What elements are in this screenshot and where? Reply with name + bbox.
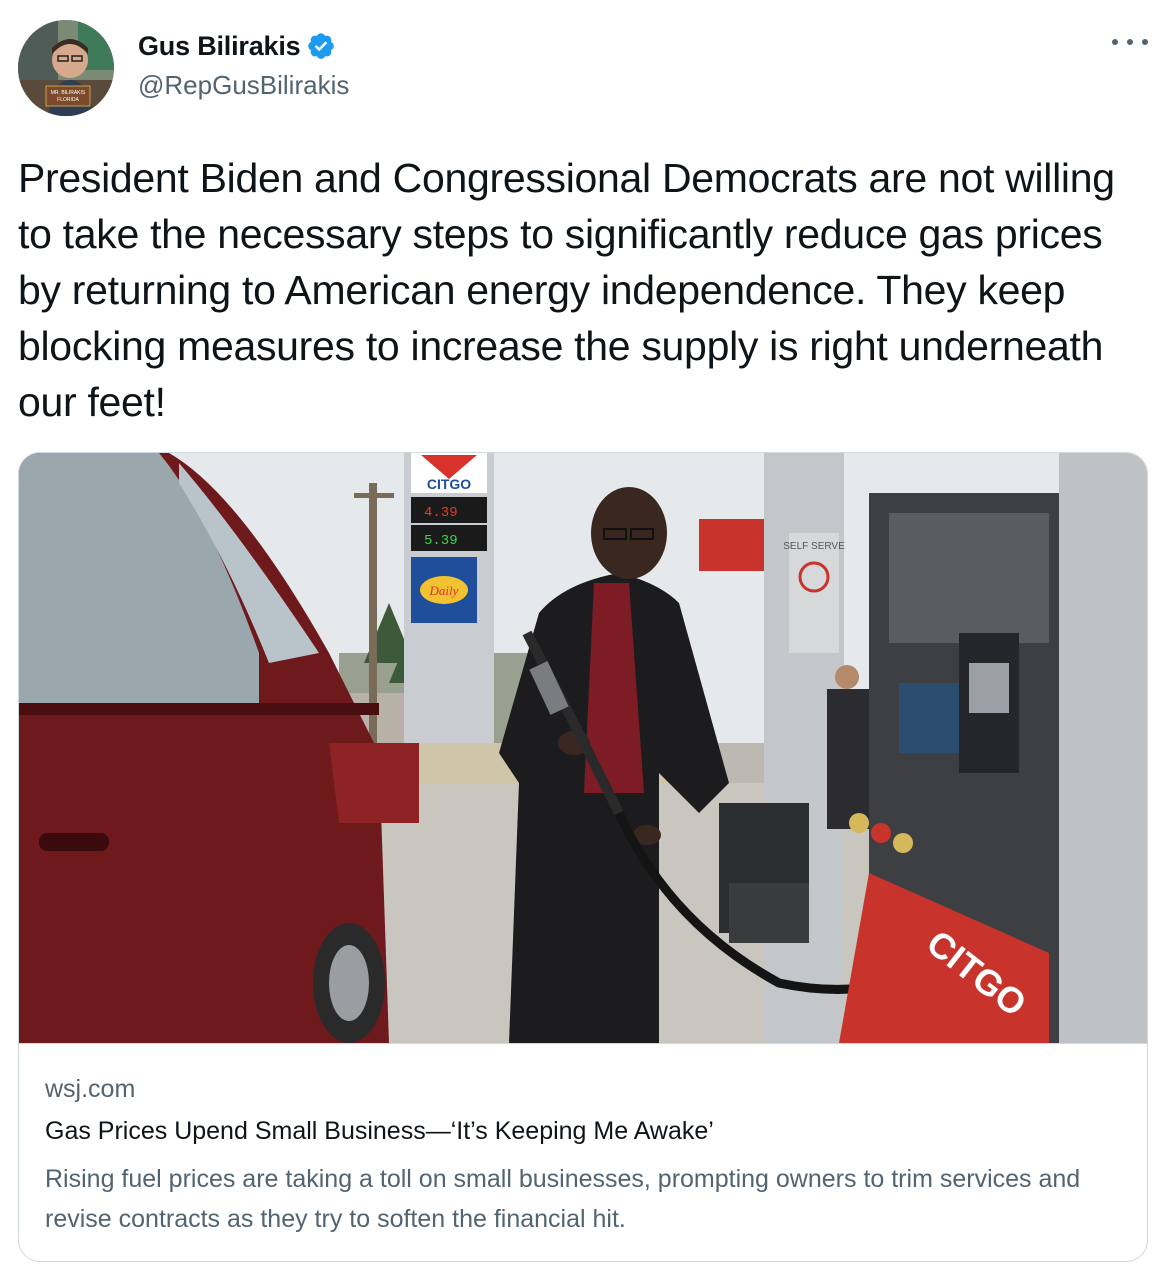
sign-daily: Daily [429, 583, 459, 598]
author-display-name[interactable]: Gus Bilirakis [138, 31, 301, 62]
avatar-nameplate-line2: FLORIDA [57, 97, 79, 103]
link-card-title: Gas Prices Upend Small Business—‘It’s Ke… [45, 1117, 714, 1145]
pole-sign: SELF SERVE [783, 541, 845, 552]
link-card-image[interactable]: CITGO 4.39 5.39 Daily SELF SERVE CITGO [19, 453, 1147, 1043]
link-card[interactable]: CITGO 4.39 5.39 Daily SELF SERVE CITGO w… [18, 452, 1148, 1262]
tweet-text: President Biden and Congressional Democr… [18, 155, 1115, 425]
link-card-domain: wsj.com [45, 1075, 136, 1103]
avatar[interactable]: MR. BILIRAKIS FLORIDA [18, 20, 114, 116]
more-dot [1127, 39, 1133, 45]
author-name-row[interactable]: Gus Bilirakis [138, 28, 336, 64]
verified-badge-icon [306, 31, 336, 61]
more-dot [1142, 39, 1148, 45]
gas-station-photo: CITGO 4.39 5.39 Daily SELF SERVE CITGO [19, 453, 1147, 1043]
avatar-photo: MR. BILIRAKIS FLORIDA [18, 20, 114, 116]
more-icon[interactable] [1112, 30, 1148, 54]
link-card-description: Rising fuel prices are taking a toll on … [45, 1165, 1081, 1233]
sign-price-diesel: 5.39 [424, 533, 458, 549]
author-handle[interactable]: @RepGusBilirakis [138, 70, 349, 101]
avatar-nameplate-line1: MR. BILIRAKIS [51, 90, 86, 96]
card-divider [19, 1043, 1147, 1044]
sign-price-regular: 4.39 [424, 505, 458, 521]
more-dot [1112, 39, 1118, 45]
sign-brand: CITGO [427, 476, 471, 492]
